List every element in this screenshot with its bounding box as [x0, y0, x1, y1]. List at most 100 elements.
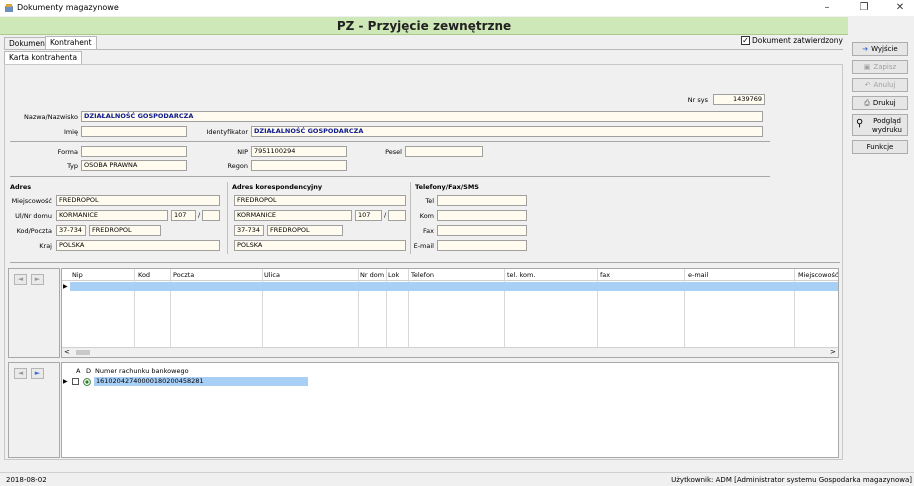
magnifier-icon: ⚲ [856, 118, 864, 129]
document-header: PZ - Przyjęcie zewnętrzne [0, 17, 848, 35]
maximize-button[interactable]: ❐ [853, 0, 875, 16]
tab-kontrahent[interactable]: Kontrahent [45, 36, 97, 50]
tel-field[interactable] [437, 195, 527, 206]
exit-button[interactable]: ➔ Wyjście [852, 42, 908, 56]
grid-column-header[interactable]: Poczta [173, 271, 194, 279]
tab-karta-kontrahenta[interactable]: Karta kontrahenta [4, 51, 83, 64]
koresp-ulica-field[interactable]: KORMANICE [234, 210, 352, 221]
grid-column-header[interactable]: D [86, 367, 91, 375]
grid-column-header[interactable]: fax [600, 271, 610, 279]
horizontal-scrollbar[interactable]: < > [62, 347, 838, 357]
grid-column-header[interactable]: Kod [138, 271, 150, 279]
adres-koresp-section-title: Adres korespondencyjny [232, 183, 323, 191]
fax-field[interactable] [437, 225, 527, 236]
slash-separator: / [198, 211, 201, 219]
miejscowosc-label: Miejscowość [11, 197, 52, 205]
exit-button-label: Wyjście [871, 45, 898, 53]
close-button[interactable]: ✕ [889, 0, 911, 16]
grid-column-header[interactable]: A [76, 367, 80, 375]
account-active-checkbox[interactable] [72, 378, 79, 385]
print-button[interactable]: ⎙ Drukuj [852, 96, 908, 110]
functions-button[interactable]: Funkcje [852, 140, 908, 154]
row-pointer-icon: ▶ [63, 283, 68, 290]
default-account-radio-icon[interactable] [83, 378, 91, 386]
nazwa-field[interactable]: DZIAŁALNOŚĆ GOSPODARCZA [81, 111, 763, 122]
email-field[interactable] [437, 240, 527, 251]
printer-icon: ⎙ [864, 99, 870, 107]
nr-sys-label: Nr sys [687, 96, 708, 104]
separator-line [10, 262, 840, 263]
minimize-button[interactable]: – [816, 0, 838, 16]
print-preview-button-label: Podgląd wydruku [872, 117, 902, 134]
regon-field[interactable] [251, 160, 347, 171]
table-row-selected[interactable] [70, 282, 838, 291]
separator-line [10, 141, 770, 142]
scroll-left-icon[interactable]: < [64, 348, 70, 356]
koresp-miejscowosc-field[interactable]: FREDROPOL [234, 195, 406, 206]
identyfikator-label: Identyfikator [206, 128, 248, 136]
prev-record-button[interactable]: ◄ [14, 368, 27, 379]
identyfikator-field[interactable]: DZIAŁALNOŚĆ GOSPODARCZA [251, 126, 763, 137]
pesel-label: Pesel [385, 148, 402, 156]
adres-section-title: Adres [10, 183, 32, 191]
koresp-kod-field[interactable]: 37-734 [234, 225, 264, 236]
grid-column-header[interactable]: Lok [388, 271, 399, 279]
grid-column-header[interactable]: Ulica [264, 271, 280, 279]
koresp-poczta-field[interactable]: FREDROPOL [267, 225, 343, 236]
cancel-button[interactable]: ↶ Anuluj [852, 78, 908, 92]
kraj-field[interactable]: POLSKA [56, 240, 220, 251]
poczta-field[interactable]: FREDROPOL [89, 225, 161, 236]
grid-column-header[interactable]: Nr dom [360, 271, 384, 279]
forma-field[interactable] [81, 146, 187, 157]
save-icon: ▣ [863, 63, 871, 71]
koresp-nr-domu-field[interactable]: 107 [355, 210, 382, 221]
grid-column-header[interactable]: Nip [72, 271, 83, 279]
save-button[interactable]: ▣ Zapisz [852, 60, 908, 74]
nazwa-label: Nazwa/Nazwisko [23, 113, 78, 121]
approved-label: Dokument zatwierdzony [752, 36, 843, 45]
print-preview-button[interactable]: ⚲ Podgląd wydruku [852, 114, 908, 136]
exit-arrow-icon: ➔ [862, 45, 869, 53]
approved-checkbox[interactable]: ✓ [741, 36, 750, 45]
grid-column-header[interactable]: Miejscowość [798, 271, 838, 279]
miejscowosc-field[interactable]: FREDROPOL [56, 195, 220, 206]
prev-record-button[interactable]: ◄ [14, 274, 27, 285]
table-row-selected[interactable]: 16102042740000180200458281 [94, 377, 308, 386]
telefony-section-title: Telefony/Fax/SMS [415, 183, 479, 191]
separator-line [10, 176, 770, 177]
save-button-label: Zapisz [873, 63, 897, 71]
grid-column-header[interactable]: Numer rachunku bankowego [95, 367, 189, 375]
next-record-button[interactable]: ► [31, 274, 44, 285]
kod-field[interactable]: 37-734 [56, 225, 86, 236]
forma-label: Forma [57, 148, 78, 156]
bank-accounts-grid[interactable]: A D Numer rachunku bankowego ▶ 161020427… [61, 362, 839, 458]
grid-column-header[interactable]: tel. kom. [507, 271, 535, 279]
address-grid[interactable]: Nip Kod Poczta Ulica Nr dom Lok Telefon … [61, 268, 839, 358]
print-button-label: Drukuj [872, 99, 896, 107]
ulica-label: Ul/Nr domu [15, 212, 52, 220]
nr-sys-field[interactable]: 1439769 [713, 94, 765, 105]
cancel-icon: ↶ [864, 81, 871, 89]
nip-label: NIP [237, 148, 248, 156]
nr-domu-field[interactable]: 107 [171, 210, 196, 221]
next-record-button[interactable]: ► [31, 368, 44, 379]
imie-field[interactable] [81, 126, 187, 137]
ulica-field[interactable]: KORMANICE [56, 210, 168, 221]
cancel-button-label: Anuluj [873, 81, 896, 89]
window-title: Dokumenty magazynowe [17, 3, 119, 12]
kom-field[interactable] [437, 210, 527, 221]
page-title: PZ - Przyjęcie zewnętrzne [336, 19, 512, 33]
koresp-kraj-field[interactable]: POLSKA [234, 240, 406, 251]
scrollbar-thumb[interactable] [76, 350, 90, 355]
typ-label: Typ [67, 162, 78, 170]
nr-lokalu-field[interactable] [202, 210, 220, 221]
grid-column-header[interactable]: e-mail [688, 271, 708, 279]
nip-field[interactable]: 7951100294 [251, 146, 347, 157]
grid-column-header[interactable]: Telefon [411, 271, 434, 279]
koresp-nr-lokalu-field[interactable] [388, 210, 406, 221]
kod-label: Kod/Poczta [16, 227, 52, 235]
typ-field[interactable]: OSOBA PRAWNA [81, 160, 187, 171]
pesel-field[interactable] [405, 146, 483, 157]
scroll-right-icon[interactable]: > [830, 348, 836, 356]
imie-label: Imię [63, 128, 78, 136]
